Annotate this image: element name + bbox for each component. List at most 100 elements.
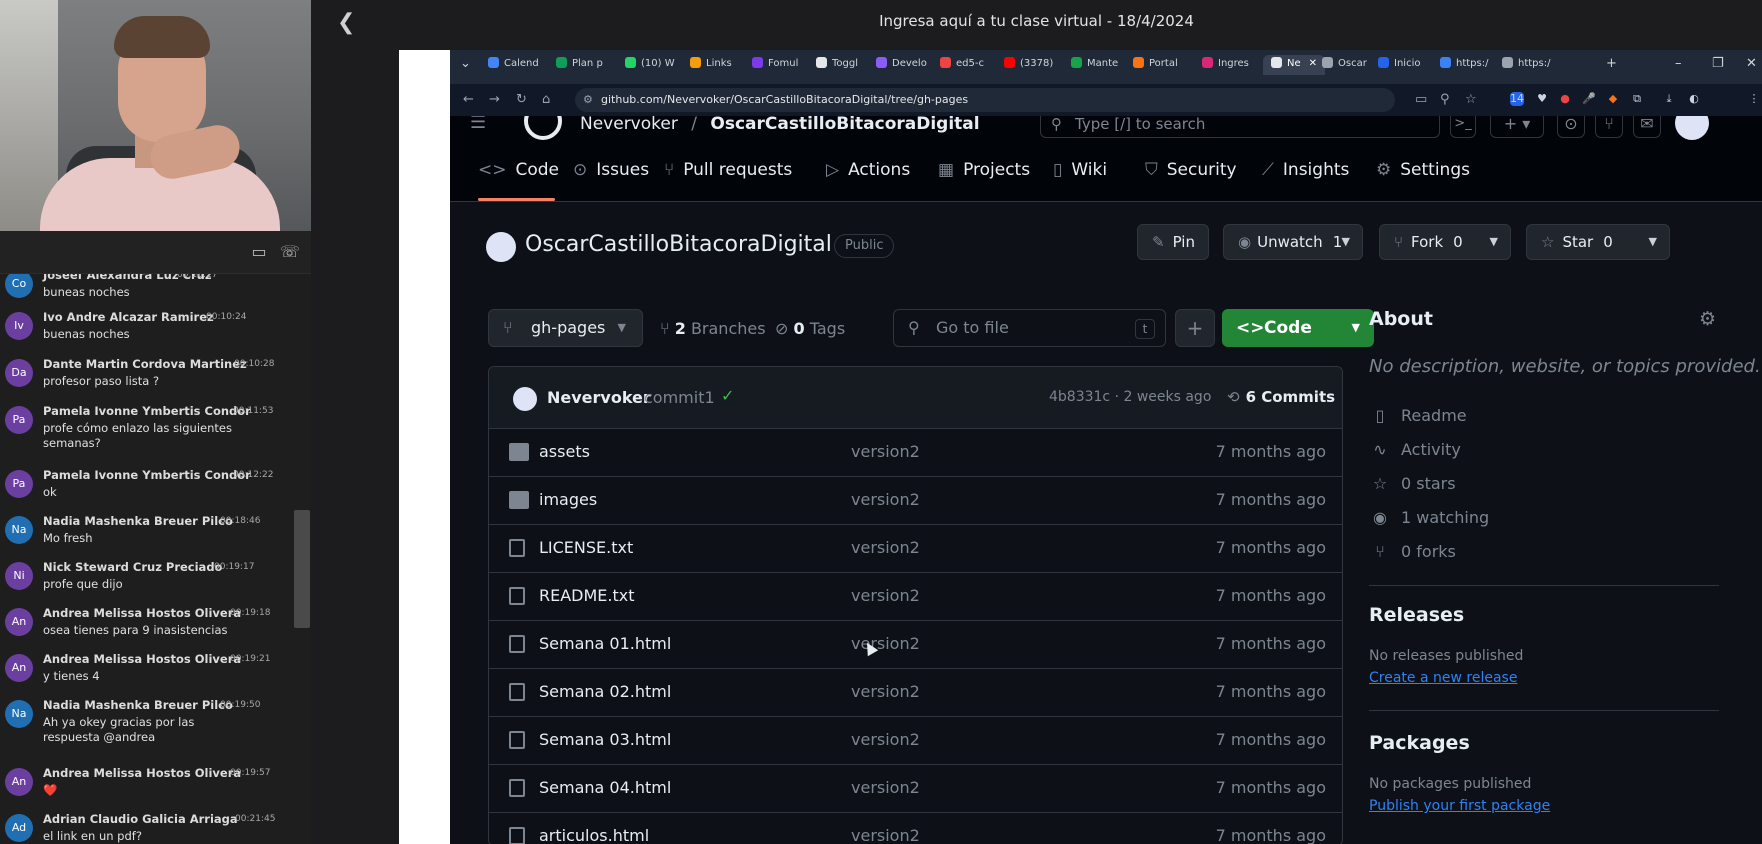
download-icon[interactable]: ⤓ [1662,92,1676,106]
tab-projects[interactable]: ▦ Projects [938,160,1030,180]
file-name[interactable]: README.txt [539,586,635,605]
tab-security[interactable]: ⛉ Security [1145,160,1237,180]
microphone-icon[interactable]: 🎤 [1582,92,1596,106]
browser-tab[interactable]: Mante [1071,57,1118,77]
browser-tab[interactable]: Ingres [1202,57,1249,77]
add-file-button[interactable]: + [1175,309,1215,347]
go-to-file-input[interactable]: ⚲ Go to file t [893,309,1166,347]
browser-tab[interactable]: (3378) [1004,57,1053,77]
pull-requests-icon[interactable]: ⑂ [1595,116,1623,138]
file-name[interactable]: Semana 04.html [539,778,671,797]
extension-icon[interactable]: ◆ [1606,92,1620,106]
browser-tab[interactable]: https:/ [1502,57,1550,77]
hamburger-menu-icon[interactable]: ☰ [470,116,486,133]
tab-search-chevron-icon[interactable]: ⌄ [460,56,471,71]
file-commit-message[interactable]: version2 [851,826,920,844]
file-commit-message[interactable]: version2 [851,730,920,749]
file-row[interactable]: articulos.html version2 7 months ago [489,813,1342,844]
issues-icon[interactable]: ⊙ [1557,116,1585,138]
file-row[interactable]: Semana 04.html version2 7 months ago [489,765,1342,813]
browser-tab[interactable]: Links [690,57,732,77]
create-release-link[interactable]: Create a new release [1369,670,1517,686]
file-commit-message[interactable]: version2 [851,442,920,461]
browser-tab[interactable]: Toggl [816,57,858,77]
file-row[interactable]: Semana 03.html version2 7 months ago [489,717,1342,765]
file-row[interactable]: LICENSE.txt version2 7 months ago [489,525,1342,573]
commit-hash-age[interactable]: 4b8331c · 2 weeks ago [1049,389,1211,405]
chat-scrollbar[interactable] [294,510,310,628]
profile-icon[interactable]: ◐ [1687,92,1701,106]
branches-link[interactable]: ⑂ 2 Branches [660,319,766,338]
commit-message[interactable]: commit1 [644,388,715,407]
back-icon[interactable]: ← [463,92,474,107]
close-window-icon[interactable]: ✕ [1746,56,1757,71]
commit-author[interactable]: Nevervoker [547,388,651,407]
restore-icon[interactable]: ❐ [1712,56,1724,71]
tab-insights[interactable]: ⟋ Insights [1262,160,1349,180]
file-name[interactable]: images [539,490,597,509]
code-button[interactable]: <> Code ▼ [1222,309,1374,347]
browser-tab[interactable]: https:/ [1440,57,1488,77]
commits-link[interactable]: ⟲ 6 Commits [1227,388,1335,406]
github-logo-icon[interactable] [524,116,562,140]
file-name[interactable]: LICENSE.txt [539,538,633,557]
browser-menu-icon[interactable]: ⋮ [1747,92,1761,106]
repo-link[interactable]: OscarCastilloBitacoraDigital [710,116,979,134]
releases-title[interactable]: Releases [1369,604,1464,626]
tab-issues[interactable]: ⊙ Issues [573,160,649,180]
branch-selector[interactable]: ⑂ gh-pages ▼ [488,309,643,347]
readme-link[interactable]: ▯ Readme [1369,406,1467,425]
site-info-icon[interactable]: ⚙ [583,88,593,112]
extension-icon[interactable]: 14 [1510,92,1524,106]
packages-title[interactable]: Packages [1369,732,1470,754]
publish-package-link[interactable]: Publish your first package [1369,798,1550,814]
star-button[interactable]: ☆ Star 0 ▼ [1526,224,1670,260]
file-name[interactable]: Semana 02.html [539,682,671,701]
owner-link[interactable]: Nevervoker [580,116,678,134]
tab-actions[interactable]: ▷ Actions [826,160,910,180]
new-tab-icon[interactable]: + [1606,56,1617,71]
forks-link[interactable]: ⑂ 0 forks [1369,542,1456,561]
file-commit-message[interactable]: version2 [851,586,920,605]
forward-icon[interactable]: → [489,92,500,107]
tab-settings[interactable]: ⚙ Settings [1376,160,1470,180]
tab-pull-requests[interactable]: ⑂ Pull requests [664,160,792,180]
browser-tab[interactable]: Develo [876,57,927,77]
file-commit-message[interactable]: version2 [851,490,920,509]
file-row[interactable]: assets version2 7 months ago [489,429,1342,477]
browser-tab[interactable]: Portal [1133,57,1178,77]
close-tab-icon[interactable]: ✕ [1309,58,1317,69]
file-commit-message[interactable]: version2 [851,778,920,797]
activity-link[interactable]: ∿ Activity [1369,440,1461,459]
file-row[interactable]: Semana 02.html version2 7 months ago [489,669,1342,717]
minimize-icon[interactable]: – [1675,56,1682,71]
fork-button[interactable]: ⑂ Fork 0 ▼ [1379,224,1511,260]
tab-wiki[interactable]: ▯ Wiki [1053,160,1107,180]
home-icon[interactable]: ⌂ [542,92,550,107]
global-search-input[interactable]: ⚲ Type [/] to search [1040,116,1440,138]
browser-tab[interactable]: Fomul [752,57,798,77]
tab-code[interactable]: <> Code [478,160,559,180]
user-avatar[interactable] [1675,116,1709,140]
clipboard-icon[interactable]: ▭ [250,243,268,261]
create-new-icon[interactable]: + ▾ [1490,116,1544,138]
stars-link[interactable]: ☆ 0 stars [1369,474,1456,493]
browser-tab[interactable]: Oscar [1322,57,1367,77]
command-palette-icon[interactable]: >_ [1450,116,1476,138]
browser-tab[interactable]: Calend [488,57,539,77]
url-field[interactable]: ⚙ github.com/Nevervoker/OscarCastilloBit… [575,88,1395,112]
gear-icon[interactable]: ⚙ [1699,308,1716,330]
file-name[interactable]: Semana 03.html [539,730,671,749]
extensions-puzzle-icon[interactable]: ⧉ [1630,92,1644,106]
file-name[interactable]: Semana 01.html [539,634,671,653]
pin-button[interactable]: ✎ Pin [1137,224,1209,260]
unwatch-button[interactable]: ◉ Unwatch 1 ▼ [1223,224,1363,260]
file-row[interactable]: images version2 7 months ago [489,477,1342,525]
file-commit-message[interactable]: version2 [851,682,920,701]
inbox-icon[interactable]: ✉ [1633,116,1661,138]
file-row[interactable]: README.txt version2 7 months ago [489,573,1342,621]
watching-link[interactable]: ◉ 1 watching [1369,508,1489,527]
file-name[interactable]: articulos.html [539,826,649,844]
chat-bubbles-icon[interactable]: ☏ [280,243,300,261]
browser-tab[interactable]: Plan p [556,57,603,77]
